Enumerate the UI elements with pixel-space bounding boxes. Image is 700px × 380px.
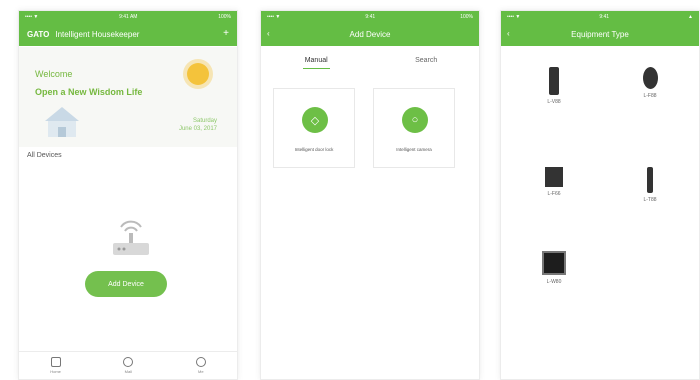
lock-model: L-W80 [546,279,562,285]
card-label: Intelligent door lock [294,147,334,152]
battery-label: ▲ [688,13,693,20]
section-label: All Devices [27,152,62,159]
tab-home[interactable]: Home [50,357,61,374]
mall-icon [123,357,134,367]
lock-image [545,167,563,187]
back-icon[interactable]: ‹ [267,29,270,38]
tab-search[interactable]: Search [415,57,437,64]
back-icon[interactable]: ‹ [507,29,510,38]
camera-icon: ○ [402,107,428,133]
carrier-label: •••• ▼ [25,13,39,20]
brand-name: GATO [27,29,50,39]
card-label: Intelligent camera [396,147,432,152]
lock-model: L-F88 [643,93,657,99]
tab-me[interactable]: Me [195,357,206,374]
status-bar: •••• ▼ 9:41 100% [261,11,479,22]
home-icon [50,357,61,367]
lock-image [549,67,559,95]
status-bar: •••• ▼ 9:41 AM 100% [19,11,237,22]
lock-item[interactable]: L-F66 [529,167,579,217]
title-bar: GATO Intelligent Housekeeper + [19,22,237,46]
welcome-title: Welcome [35,69,73,79]
lock-image [647,167,653,193]
tab-me-label: Me [197,369,204,374]
battery-label: 100% [460,13,473,20]
add-device-button[interactable]: Add Device [85,271,167,297]
house-icon [45,107,79,137]
date-date: June 03, 2017 [178,126,217,132]
stage: •••• ▼ 9:41 AM 100% GATO Intelligent Hou… [0,0,700,380]
tab-mall[interactable]: Mall [123,357,134,374]
status-bar: •••• ▼ 9:41 ▲ [501,11,699,22]
lock-item[interactable]: L-F88 [625,67,675,117]
date-day: Saturday [192,118,217,124]
screen-equipment-type: •••• ▼ 9:41 ▲ ‹ Equipment Type L-V88 L-F… [500,10,700,380]
plus-icon[interactable]: + [223,28,229,39]
tab-home-label: Home [50,369,61,374]
device-card-camera[interactable]: ○ Intelligent camera [373,88,455,168]
lock-model: L-V88 [547,99,561,105]
tab-manual[interactable]: Manual [302,57,330,69]
router-icon [113,220,149,255]
date-block: Saturday June 03, 2017 [179,117,217,133]
title-bar: ‹ Add Device [261,22,479,46]
lock-image [542,251,566,275]
lock-item[interactable]: L-W80 [529,251,579,301]
page-title: Add Device [349,29,391,39]
time-label: 9:41 [599,13,610,20]
lock-item[interactable]: L-T88 [625,167,675,217]
time-label: 9:41 AM [119,13,138,20]
device-card-lock[interactable]: ◇ Intelligent door lock [273,88,355,168]
page-title: Intelligent Housekeeper [55,29,140,39]
lock-item[interactable]: L-V88 [529,67,579,117]
carrier-label: •••• ▼ [267,13,281,20]
lock-model: L-T88 [643,197,657,203]
welcome-subtitle: Open a New Wisdom Life [35,87,143,97]
sun-icon [187,63,209,85]
welcome-banner: Welcome Open a New Wisdom Life Saturday … [19,47,237,147]
user-icon [195,357,206,367]
screen-home: •••• ▼ 9:41 AM 100% GATO Intelligent Hou… [18,10,238,380]
screen-add-device: •••• ▼ 9:41 100% ‹ Add Device Manual Sea… [260,10,480,380]
lock-model: L-F66 [547,191,561,197]
time-label: 9:41 [365,13,376,20]
tab-bar: Home Mall Me [19,351,237,379]
title-bar: ‹ Equipment Type [501,22,699,46]
segment-control: Manual Search [261,47,479,73]
tab-mall-label: Mall [124,369,132,374]
page-title: Equipment Type [571,29,629,39]
lock-image [642,67,658,89]
battery-label: 100% [218,13,231,20]
lock-icon: ◇ [302,107,328,133]
carrier-label: •••• ▼ [507,13,521,20]
